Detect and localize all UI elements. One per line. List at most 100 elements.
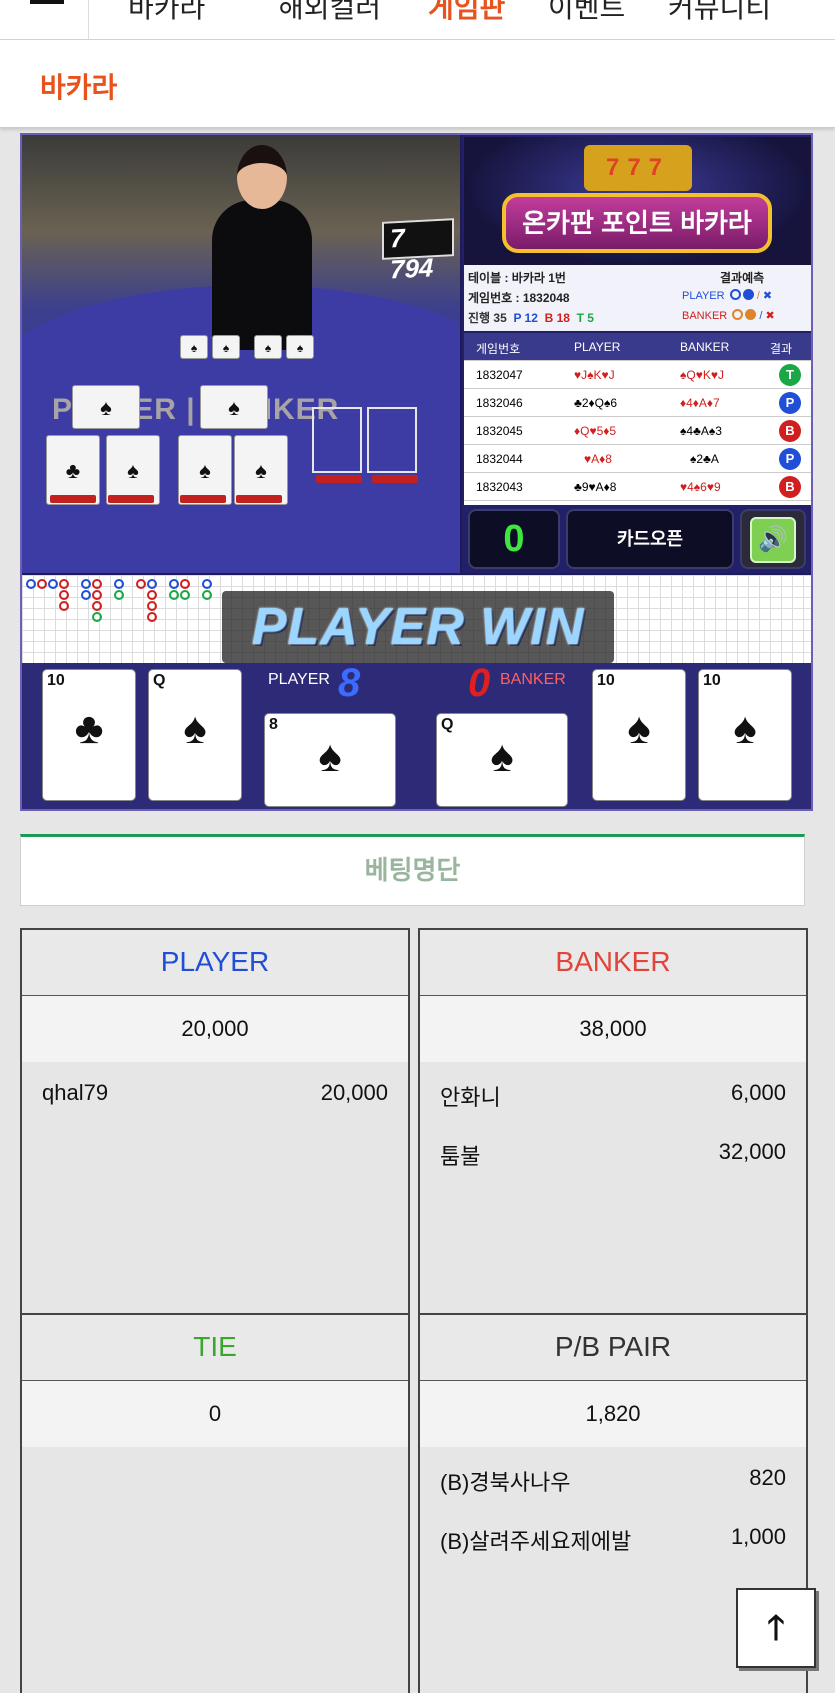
nav-item-baccarat[interactable]: 바카라	[128, 0, 205, 26]
nav-item-2[interactable]: 해외컬러	[278, 0, 381, 26]
banker-score-label: BANKER	[500, 671, 566, 688]
card-open-button[interactable]: 카드오픈	[566, 509, 734, 569]
road-mark	[92, 590, 102, 600]
pencil-icon[interactable]: /	[757, 290, 760, 302]
win-banner: PLAYER WIN	[222, 591, 614, 663]
slot-bar	[50, 495, 96, 503]
road-mark	[147, 590, 157, 600]
col-game-no: 게임번호	[476, 342, 521, 356]
predict-player-label: PLAYER	[682, 290, 725, 302]
ring-icon[interactable]	[732, 309, 744, 320]
arrow-up-icon[interactable]: 🡑	[767, 1609, 785, 1647]
predict-banker-row: BANKER / ✖	[682, 309, 775, 322]
history-row: 1832044 ♥A♦8 ♠2♣A P	[464, 445, 811, 473]
slot-bar	[372, 475, 418, 483]
player-bet-box: PLAYER 20,000 qhal79 20,000	[20, 928, 410, 1315]
ring-icon[interactable]	[729, 289, 741, 300]
card-reveal-zone: 10 ♣ Q ♠ PLAYER 8 8 ♠ 0 BANKER Q ♠ 10 ♠ …	[22, 661, 811, 809]
history-table: 게임번호 PLAYER BANKER 결과 1832047 ♥J♠K♥J ♠Q♥…	[464, 333, 811, 505]
road-mark	[114, 579, 124, 589]
game-number: 게임번호 : 1832048	[468, 291, 570, 305]
nav-item-5[interactable]: 커뮤니티	[668, 0, 771, 26]
card-slot	[367, 407, 417, 473]
bet-entry: 안화니 6,000	[440, 1080, 786, 1112]
video-card: ♠	[180, 335, 208, 359]
club-icon: ♣	[74, 704, 104, 753]
card-slot	[312, 407, 362, 473]
predict-banker-label: BANKER	[682, 310, 728, 322]
road-mark	[81, 590, 91, 600]
page-title: 바카라	[40, 72, 118, 103]
spade-icon: ♠	[183, 704, 207, 753]
tie-count: T 5	[576, 311, 594, 325]
result-badge: T	[779, 364, 801, 386]
banker-bet-box: BANKER 38,000 안화니 6,000 툼불 32,000	[418, 928, 808, 1315]
dealer	[212, 200, 312, 350]
road-mark	[180, 590, 190, 600]
table-info: 테이블 : 바카라 1번 결과예측 게임번호 : 1832048 진행 35 P…	[464, 265, 811, 331]
bettor-name: qhal79	[42, 1080, 109, 1105]
bet-amount: 20,000	[320, 1080, 388, 1105]
speaker-icon[interactable]: 🔊	[750, 517, 796, 563]
cross-icon[interactable]: ✖	[766, 310, 775, 322]
road-mark	[81, 579, 91, 589]
road-mark	[26, 579, 36, 589]
card-rank: 10	[47, 672, 65, 689]
history-game-no: 1832046	[476, 396, 523, 410]
player-bet-total: 20,000	[22, 996, 408, 1062]
banker-bet-header: BANKER	[420, 930, 806, 996]
tie-bet-header: TIE	[22, 1315, 408, 1381]
hamburger-icon[interactable]	[30, 0, 64, 8]
road-mark	[202, 590, 212, 600]
player-card-1: 10 ♣	[42, 669, 136, 801]
road-mark	[59, 601, 69, 611]
card-rank: 10	[703, 672, 721, 689]
history-banker-cards: ♠2♣A	[690, 452, 719, 466]
road-mark	[92, 601, 102, 611]
video-card: ♠	[212, 335, 240, 359]
sound-toggle[interactable]: 🔊	[740, 509, 806, 569]
progress-label: 진행 35	[468, 311, 507, 325]
road-mark	[59, 579, 69, 589]
nav-item-4[interactable]: 이벤트	[548, 0, 625, 26]
top-nav: 바카라 해외컬러 게임판 이벤트 커뮤니티	[0, 0, 835, 40]
road-mark	[169, 579, 179, 589]
bet-list-title: 베팅명단	[20, 834, 805, 906]
history-player-cards: ♣2♦Q♠6	[574, 396, 618, 410]
history-header: 게임번호 PLAYER BANKER 결과	[464, 333, 811, 361]
pencil-icon[interactable]: /	[759, 310, 762, 322]
player-count: P 12	[513, 311, 538, 325]
pair-bet-total: 1,820	[420, 1381, 806, 1447]
history-game-no: 1832043	[476, 480, 523, 494]
bet-amount: 32,000	[718, 1139, 786, 1164]
result-badge: B	[779, 420, 801, 442]
road-mark	[169, 590, 179, 600]
banker-card-2: 10 ♠	[592, 669, 686, 801]
table-name: 테이블 : 바카라 1번	[468, 271, 566, 285]
banker-card-3: 10 ♠	[698, 669, 792, 801]
bet-amount: 1,000	[730, 1524, 786, 1549]
bettor-name: (B)경북사나우	[440, 1470, 571, 1495]
video-card: ♠	[286, 335, 314, 359]
scroll-top-button[interactable]: 🡑	[736, 1588, 816, 1668]
spade-icon: ♠	[490, 732, 514, 781]
video-table-number: 7 794	[382, 218, 454, 284]
col-banker: BANKER	[680, 340, 730, 354]
game-area: 7 794 PLAYER | BANKER ♠ ♠ ♠ ♠ ♠ ♠ ♣ ♠ ♠ …	[20, 133, 813, 811]
history-game-no: 1832047	[476, 368, 523, 382]
spade-icon: ♠	[318, 732, 342, 781]
result-badge: P	[779, 392, 801, 414]
history-player-cards: ♣9♥A♦8	[574, 480, 617, 494]
dot-icon[interactable]	[742, 289, 754, 300]
dot-icon[interactable]	[745, 309, 757, 320]
history-row: 1832043 ♣9♥A♦8 ♥4♠6♥9 B	[464, 473, 811, 501]
nav-item-3[interactable]: 게임판	[428, 0, 505, 26]
bettor-name: (B)살려주세요제에발	[440, 1529, 632, 1554]
history-game-no: 1832044	[476, 452, 523, 466]
dealer-head	[237, 145, 287, 209]
live-video[interactable]: 7 794 PLAYER | BANKER ♠ ♠ ♠ ♠ ♠ ♠ ♣ ♠ ♠ …	[22, 135, 460, 573]
history-banker-cards: ♦4♦A♦7	[680, 396, 720, 410]
cross-icon[interactable]: ✖	[763, 290, 772, 302]
history-row: 1832045 ♦Q♥5♦5 ♠4♣A♠3 B	[464, 417, 811, 445]
pair-bet-header: P/B PAIR	[420, 1315, 806, 1381]
